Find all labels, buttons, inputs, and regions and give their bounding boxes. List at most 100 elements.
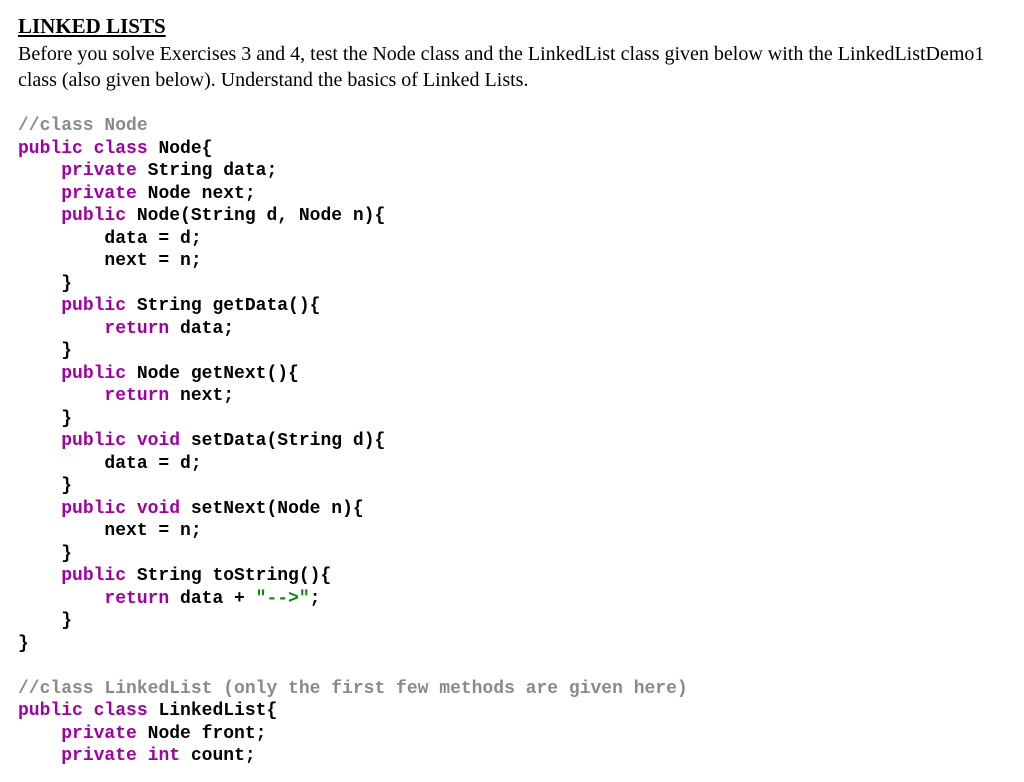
code-token: class [94, 139, 148, 159]
code-line: } [18, 475, 1006, 498]
code-token: private [61, 746, 137, 766]
code-token: next = n; [18, 251, 202, 271]
code-token [126, 431, 137, 451]
code-token: } [18, 611, 72, 631]
code-token: return [104, 319, 169, 339]
code-token: Node(String d, Node n){ [126, 206, 385, 226]
code-line: private String data; [18, 160, 1006, 183]
code-line: } [18, 340, 1006, 363]
code-token: //class LinkedList (only the first few m… [18, 679, 688, 699]
code-line: return data; [18, 318, 1006, 341]
code-line: public Node getNext(){ [18, 363, 1006, 386]
code-line: public void setNext(Node n){ [18, 498, 1006, 521]
code-token: String getData(){ [126, 296, 320, 316]
code-token [18, 431, 61, 451]
code-token: data = d; [18, 229, 202, 249]
code-token: } [18, 341, 72, 361]
code-token: private [61, 184, 137, 204]
code-token: public [61, 566, 126, 586]
code-line: private Node front; [18, 723, 1006, 746]
code-block: //class Nodepublic class Node{ private S… [18, 115, 1006, 768]
code-token: public [18, 139, 83, 159]
code-token: } [18, 544, 72, 564]
code-token: setNext(Node n){ [180, 499, 364, 519]
code-token: private [61, 161, 137, 181]
code-token [137, 746, 148, 766]
code-token [18, 499, 61, 519]
code-line: public class Node{ [18, 138, 1006, 161]
code-token: public [61, 499, 126, 519]
code-line: data = d; [18, 228, 1006, 251]
code-token [18, 386, 104, 406]
code-line: next = n; [18, 520, 1006, 543]
code-token: Node front; [137, 724, 267, 744]
code-token: class [94, 701, 148, 721]
code-line: } [18, 543, 1006, 566]
code-line: } [18, 408, 1006, 431]
code-token: setData(String d){ [180, 431, 385, 451]
code-token [18, 724, 61, 744]
code-token [18, 589, 104, 609]
code-token: return [104, 589, 169, 609]
code-token: Node next; [137, 184, 256, 204]
code-token [18, 566, 61, 586]
code-line [18, 655, 1006, 678]
intro-paragraph: Before you solve Exercises 3 and 4, test… [18, 41, 1006, 93]
code-token [18, 184, 61, 204]
code-line: private Node next; [18, 183, 1006, 206]
code-token: count; [180, 746, 256, 766]
section-heading: LINKED LISTS [18, 14, 1006, 39]
code-line: private int count; [18, 745, 1006, 768]
code-line: return data + "-->"; [18, 588, 1006, 611]
code-token: next = n; [18, 521, 202, 541]
code-line: } [18, 610, 1006, 633]
code-line: public String toString(){ [18, 565, 1006, 588]
code-token: void [137, 431, 180, 451]
code-token: public [18, 701, 83, 721]
code-line: } [18, 273, 1006, 296]
code-token [18, 746, 61, 766]
code-token: public [61, 296, 126, 316]
code-token: return [104, 386, 169, 406]
code-token: data + [169, 589, 255, 609]
code-line: public Node(String d, Node n){ [18, 205, 1006, 228]
code-line: //class LinkedList (only the first few m… [18, 678, 1006, 701]
code-token [18, 161, 61, 181]
code-token [18, 364, 61, 384]
code-token [18, 296, 61, 316]
code-token: data; [169, 319, 234, 339]
code-line: public String getData(){ [18, 295, 1006, 318]
code-line: data = d; [18, 453, 1006, 476]
code-token: } [18, 274, 72, 294]
code-token: data = d; [18, 454, 202, 474]
code-token [126, 499, 137, 519]
code-token: public [61, 431, 126, 451]
code-token: } [18, 476, 72, 496]
code-line: public void setData(String d){ [18, 430, 1006, 453]
code-token: Node getNext(){ [126, 364, 299, 384]
code-token: Node{ [148, 139, 213, 159]
code-token: String data; [137, 161, 277, 181]
code-token: next; [169, 386, 234, 406]
code-token: String toString(){ [126, 566, 331, 586]
code-token: } [18, 409, 72, 429]
code-token: public [61, 206, 126, 226]
code-line: } [18, 633, 1006, 656]
code-token [18, 206, 61, 226]
code-token: LinkedList{ [148, 701, 278, 721]
code-token: "-->" [256, 589, 310, 609]
code-token: private [61, 724, 137, 744]
code-line: public class LinkedList{ [18, 700, 1006, 723]
code-line: //class Node [18, 115, 1006, 138]
code-token: public [61, 364, 126, 384]
code-line: next = n; [18, 250, 1006, 273]
code-token [18, 319, 104, 339]
code-line: return next; [18, 385, 1006, 408]
code-token [83, 701, 94, 721]
code-token: void [137, 499, 180, 519]
code-token [83, 139, 94, 159]
code-token: } [18, 634, 29, 654]
code-token: //class Node [18, 116, 148, 136]
code-token: ; [310, 589, 321, 609]
code-token: int [148, 746, 180, 766]
